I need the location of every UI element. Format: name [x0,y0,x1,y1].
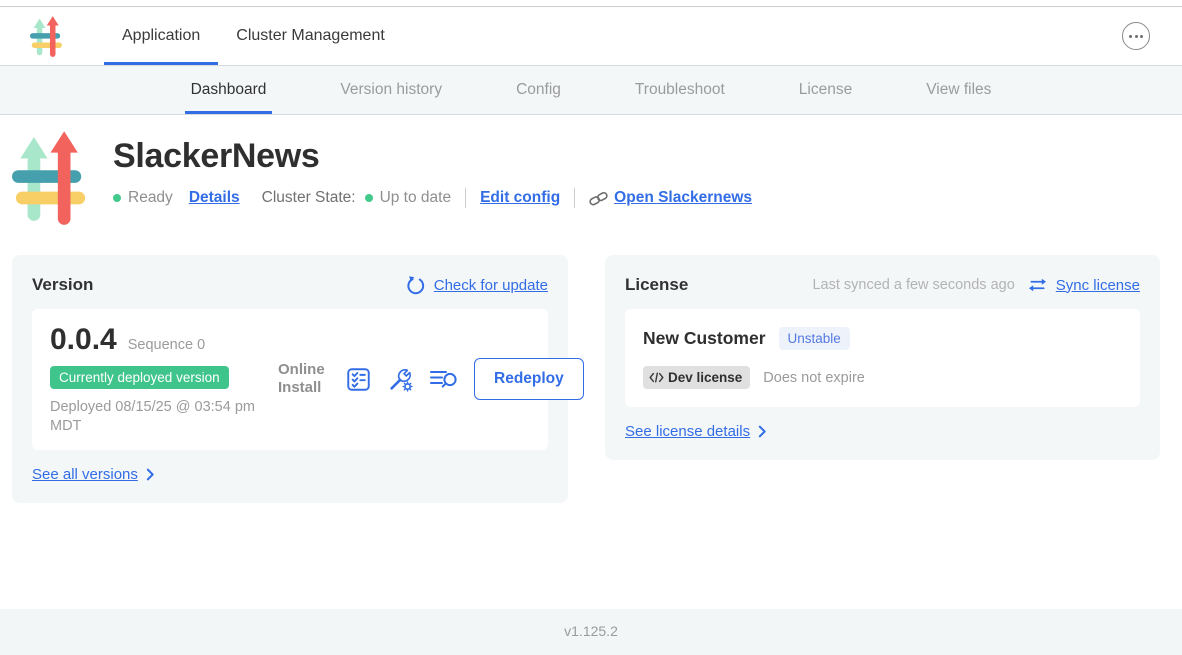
chevron-right-icon[interactable] [146,468,155,481]
cluster-state-text: Up to date [380,189,452,207]
license-details-panel: New Customer Unstable [625,309,1140,407]
license-card: License Last synced a few seconds ago Sy… [605,255,1160,460]
details-link[interactable]: Details [189,189,240,207]
log-search-icon[interactable] [429,367,459,391]
app-status-dot [113,194,121,202]
top-divider [0,0,1182,7]
open-app-link-group[interactable]: Open Slackernews [589,189,752,208]
tab-application-label: Application [122,27,200,45]
main-header: Application Cluster Management [0,7,1182,66]
more-options-button[interactable] [1122,22,1150,50]
app-status-text: Ready [128,189,173,207]
subnav-dashboard[interactable]: Dashboard [185,66,273,114]
app-status-row: Ready Details Cluster State: Up to date … [113,188,752,208]
see-license-details-link[interactable]: See license details [625,423,750,440]
subnav-license[interactable]: License [793,66,858,114]
app-header: SlackerNews Ready Details Cluster State:… [0,115,1182,225]
app-logo-icon [30,16,64,57]
version-number: 0.0.4 [50,323,117,357]
deployed-badge: Currently deployed version [50,366,229,389]
wrench-gear-icon[interactable] [387,366,414,393]
tab-cluster-management-label: Cluster Management [236,27,385,45]
top-nav: Application Cluster Management [104,7,403,65]
divider [465,188,466,208]
open-app-link[interactable]: Open Slackernews [614,189,752,207]
check-for-update-group[interactable]: Check for update [406,276,548,295]
channel-badge: Unstable [779,327,850,350]
expiration-text: Does not expire [763,370,865,386]
check-for-update-link[interactable]: Check for update [434,277,548,294]
app-logo-large-icon [12,131,90,225]
console-footer: v1.125.2 [0,609,1182,655]
preflight-checklist-icon[interactable] [345,366,372,393]
see-all-versions-link[interactable]: See all versions [32,466,138,483]
subnav-version-history[interactable]: Version history [334,66,448,114]
subnav-view-files[interactable]: View files [920,66,997,114]
tab-application[interactable]: Application [104,7,218,65]
install-type-label: Online Install [278,361,330,397]
dashboard-main: SlackerNews Ready Details Cluster State:… [0,115,1182,503]
license-card-title: License [625,275,688,295]
chevron-right-icon[interactable] [758,425,767,438]
license-type-label: Dev license [668,370,742,385]
tab-cluster-management[interactable]: Cluster Management [218,7,403,65]
divider [574,188,575,208]
version-card: Version Check for update 0.0.4 Sequence [12,255,568,503]
sync-icon [1028,277,1047,293]
code-icon [649,372,664,383]
link-icon [589,189,608,208]
current-version-panel: 0.0.4 Sequence 0 Currently deployed vers… [32,309,548,450]
page-title: SlackerNews [113,137,752,176]
sync-license-link[interactable]: Sync license [1056,277,1140,294]
version-card-title: Version [32,275,93,295]
customer-name: New Customer [643,328,766,349]
admin-console: Application Cluster Management Dashboard… [0,0,1182,655]
dashboard-cards: Version Check for update 0.0.4 Sequence [12,255,1170,503]
edit-config-link[interactable]: Edit config [480,189,560,207]
cluster-state-dot [365,194,373,202]
deployed-timestamp: Deployed 08/15/25 @ 03:54 pm MDT [50,398,268,436]
ellipsis-icon [1129,35,1132,38]
subnav-troubleshoot[interactable]: Troubleshoot [629,66,731,114]
subnav-config[interactable]: Config [510,66,567,114]
version-sequence: Sequence 0 [128,337,205,353]
last-synced-text: Last synced a few seconds ago [812,277,1014,293]
app-sub-nav: Dashboard Version history Config Trouble… [0,66,1182,115]
cluster-state-label: Cluster State: [262,189,356,207]
license-type-badge: Dev license [643,366,750,389]
console-version: v1.125.2 [564,623,618,639]
redeploy-button[interactable]: Redeploy [474,358,584,400]
refresh-icon [406,276,425,295]
